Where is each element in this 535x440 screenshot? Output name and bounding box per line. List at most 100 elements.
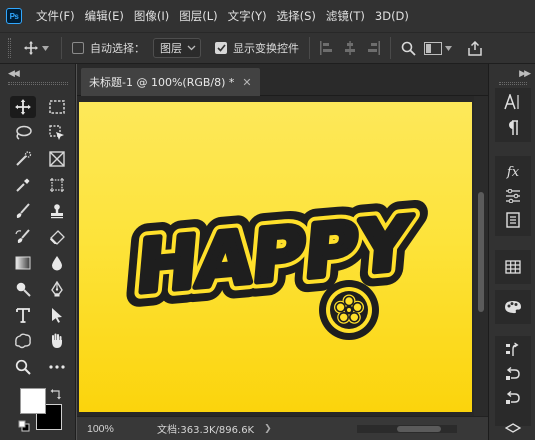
frame-icon: [49, 151, 65, 167]
crop-icon: [50, 178, 64, 192]
arrow-pointer-icon: [52, 308, 62, 323]
move-tool-preset-icon[interactable]: [23, 40, 49, 56]
options-grip[interactable]: [8, 38, 11, 58]
history-undo-icon[interactable]: [501, 364, 525, 384]
options-separator: [61, 37, 62, 59]
chevron-down-icon: [187, 45, 196, 51]
object-select-icon: [49, 125, 64, 140]
horizontal-scrollbar[interactable]: [357, 425, 457, 433]
menu-edit[interactable]: 编辑(E): [85, 8, 124, 24]
water-drop-icon: [52, 256, 62, 271]
pen-tool[interactable]: [44, 278, 70, 300]
align-center-icon[interactable]: [344, 41, 356, 55]
menu-image[interactable]: 图像(I): [134, 8, 169, 24]
close-tab-icon[interactable]: ✕: [242, 76, 251, 89]
custom-shape-icon: [15, 333, 31, 349]
menu-3d[interactable]: 3D(D): [375, 9, 409, 23]
adjustments-panel-icon[interactable]: [501, 186, 525, 206]
horizontal-scroll-thumb[interactable]: [397, 426, 441, 432]
auto-select-target-value: 图层: [160, 42, 182, 55]
layers-panel-icon[interactable]: [501, 418, 525, 438]
collapse-toolbar-icon[interactable]: ◀◀: [8, 68, 20, 79]
share-icon[interactable]: [468, 40, 482, 56]
history-brush-icon: [15, 229, 30, 243]
status-menu-arrow-icon[interactable]: ❯: [264, 423, 272, 434]
history-brush-tool[interactable]: [10, 226, 36, 248]
swatches-panel-icon[interactable]: [501, 257, 525, 277]
document-canvas[interactable]: HAPPY HAPPY HAPPY: [79, 102, 472, 412]
auto-select-label: 自动选择：: [90, 42, 145, 55]
shape-tool[interactable]: [10, 330, 36, 352]
menu-select[interactable]: 选择(S): [277, 8, 316, 24]
panel-grip[interactable]: [499, 82, 527, 85]
crop-tool[interactable]: [44, 174, 70, 196]
blur-tool[interactable]: [44, 252, 70, 274]
menu-file[interactable]: 文件(F): [36, 8, 75, 24]
foreground-color-swatch[interactable]: [20, 388, 46, 414]
auto-select-checkbox[interactable]: [72, 42, 84, 54]
zoom-level[interactable]: 100%: [87, 423, 147, 435]
auto-select-target-dropdown[interactable]: 图层: [153, 38, 201, 58]
eyedropper-tool[interactable]: [10, 174, 36, 196]
default-colors-icon[interactable]: [18, 420, 30, 432]
menu-layer[interactable]: 图层(L): [179, 8, 217, 24]
path-select-tool[interactable]: [44, 304, 70, 326]
hand-tool[interactable]: [44, 330, 70, 352]
document-size-info: 文档:363.3K/896.6K: [157, 425, 255, 436]
move-tool[interactable]: [10, 96, 36, 118]
fx-panel-icon[interactable]: fx: [501, 162, 525, 182]
eraser-tool[interactable]: [44, 226, 70, 248]
search-icon[interactable]: [401, 41, 416, 56]
show-transform-label: 显示变换控件: [233, 42, 299, 55]
more-tools[interactable]: [44, 356, 70, 378]
menu-type[interactable]: 文字(Y): [228, 8, 267, 24]
history-redo-icon[interactable]: [501, 388, 525, 408]
move-icon: [15, 99, 31, 115]
options-separator: [390, 37, 391, 59]
gradient-tool[interactable]: [10, 252, 36, 274]
history-step-icon[interactable]: [501, 340, 525, 360]
photoshop-logo-icon[interactable]: Ps: [6, 8, 22, 24]
options-bar: 自动选择： 图层 显示变换控件: [0, 32, 535, 64]
hand-icon: [52, 333, 62, 348]
vertical-scroll-thumb[interactable]: [478, 192, 484, 312]
right-panel-dock: ▶▶ fx: [488, 64, 535, 440]
canvas-area: HAPPY HAPPY HAPPY: [77, 96, 488, 416]
document-tab[interactable]: 未标题-1 @ 100%(RGB/8) * ✕: [81, 68, 260, 96]
eyedropper-icon: [16, 178, 30, 192]
brush-tool[interactable]: [10, 200, 36, 222]
toolbar-grip[interactable]: [8, 82, 68, 85]
flower-badge-icon: [319, 280, 379, 340]
stamp-tool[interactable]: [44, 200, 70, 222]
align-left-icon[interactable]: [320, 41, 332, 55]
marquee-tool[interactable]: [44, 96, 70, 118]
show-transform-checkbox[interactable]: [215, 42, 227, 54]
checkmark-icon: [216, 44, 226, 52]
menu-bar: Ps 文件(F) 编辑(E) 图像(I) 图层(L) 文字(Y) 选择(S) 滤…: [0, 0, 535, 32]
paragraph-panel-icon[interactable]: [501, 118, 525, 138]
object-select-tool[interactable]: [44, 122, 70, 144]
menu-filter[interactable]: 滤镜(T): [326, 8, 365, 24]
lasso-icon: [16, 125, 32, 140]
zoom-tool[interactable]: [10, 356, 36, 378]
happy-artwork: HAPPY HAPPY HAPPY: [118, 187, 430, 340]
color-palette-icon[interactable]: [501, 297, 525, 317]
swap-colors-icon[interactable]: [50, 388, 62, 400]
clone-stamp-icon: [51, 204, 63, 219]
vertical-scrollbar[interactable]: [474, 96, 488, 416]
type-tool[interactable]: [10, 304, 36, 326]
character-panel-icon[interactable]: [501, 92, 525, 112]
align-right-icon[interactable]: [368, 41, 380, 55]
quick-select-tool[interactable]: [10, 148, 36, 170]
properties-panel-icon[interactable]: [501, 210, 525, 230]
type-icon: [16, 308, 30, 323]
tools-panel: ◀◀: [0, 64, 76, 440]
dodge-tool[interactable]: [10, 278, 36, 300]
gradient-icon: [15, 256, 31, 270]
lasso-tool[interactable]: [10, 122, 36, 144]
eraser-icon: [50, 230, 65, 245]
collapse-panels-icon[interactable]: ▶▶: [519, 68, 531, 79]
workspace-icon[interactable]: [424, 41, 452, 55]
frame-tool[interactable]: [44, 148, 70, 170]
status-bar: 100% 文档:363.3K/896.6K ❯: [77, 416, 488, 440]
